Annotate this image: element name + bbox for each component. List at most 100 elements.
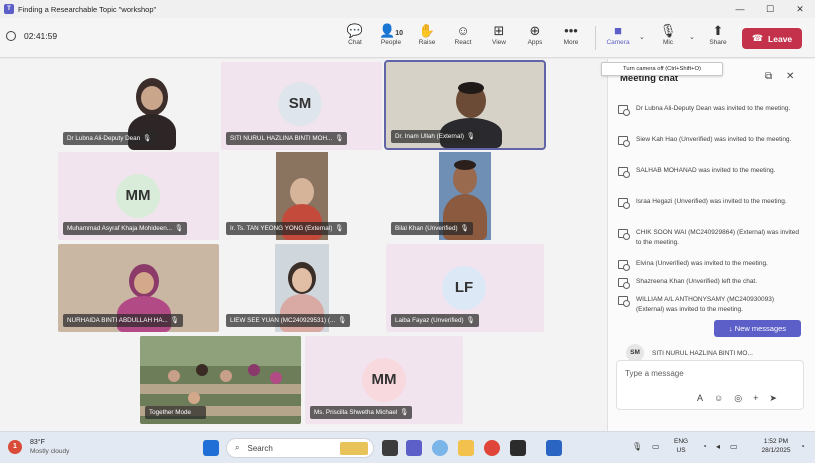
mic-muted-icon: 🎙 (170, 317, 179, 324)
file-explorer-icon[interactable] (458, 440, 474, 456)
mic-muted-icon: 🎙 (335, 135, 344, 142)
participant-name: Laiba Fayaz (Unverified) 🎙 (391, 314, 479, 327)
people-button[interactable]: 👤10 People (374, 22, 408, 46)
word-icon[interactable] (546, 440, 562, 456)
language-indicator[interactable]: ENG US (674, 437, 688, 455)
mic-off-icon: 🎙 (659, 23, 677, 38)
meeting-event-icon (618, 260, 630, 271)
mic-muted-icon: 🎙 (174, 225, 184, 232)
participant-tile[interactable]: LIEW SEE YUAN (MC240929531) (... 🎙 (221, 244, 382, 332)
chat-system-message: Siew Kah Hao (Unverified) was invited to… (618, 135, 803, 147)
camera-button[interactable]: ■ Camera (601, 22, 635, 46)
compose-placeholder: Type a message (625, 369, 684, 378)
weather-temperature: 83°F (30, 439, 45, 446)
participant-avatar: MM (362, 358, 406, 402)
video-stage: Dr Lubna Ali-Deputy Dean 🎙 SM SITI NURUL … (0, 59, 607, 436)
mic-muted-icon: 🎙 (337, 317, 347, 324)
windows-taskbar: 1 83°F Mostly cloudy ⌕ Search 🎙 ▭ ENG US… (0, 431, 815, 463)
participant-tile[interactable]: Ir. Ts. TAN YEONG YONG (External) 🎙 (221, 152, 382, 240)
together-mode-tile[interactable]: Together Mode (140, 336, 301, 424)
participant-name: Ms. Priscilla Shwetha Michael 🎙 (310, 406, 413, 419)
participant-tile[interactable]: MM Muhammad Asyraf Khaja Mohideen... 🎙 (58, 152, 219, 240)
share-button[interactable]: ⬆ Share (701, 22, 735, 46)
participant-tile-active-speaker[interactable]: Dr. Inam Ullah (External) 🎙 (384, 60, 546, 150)
weather-widget[interactable]: 1 83°F Mostly cloudy (8, 438, 69, 456)
camera-options-chevron-icon[interactable]: ⌄ (639, 33, 645, 41)
view-label: View (492, 39, 506, 46)
new-messages-button[interactable]: ↓ New messages (714, 320, 801, 337)
camera-label: Camera (606, 39, 630, 46)
close-chat-icon[interactable]: ✕ (786, 71, 794, 82)
chat-button[interactable]: 💬 Chat (338, 22, 372, 46)
chat-system-message: SALHAB MOHANAD was invited to the meetin… (618, 166, 803, 178)
leave-label: Leave (768, 33, 793, 44)
participant-tile[interactable]: NURHAIDA BINTI ABDULLAH HA... 🎙 (58, 244, 219, 332)
chat-label: Chat (348, 39, 362, 46)
copilot-icon[interactable] (432, 440, 448, 456)
mic-muted-icon: 🎙 (400, 409, 409, 416)
compose-box[interactable]: Type a message A ☺ ◎ + ➤ (616, 360, 804, 410)
participant-name: SITI NURUL HAZLINA BINTI MOH... 🎙 (226, 132, 348, 145)
raise-label: Raise (418, 39, 436, 46)
notification-center-icon[interactable]: ▭ (652, 442, 660, 451)
meeting-event-icon (618, 198, 630, 209)
send-icon[interactable]: ➤ (769, 393, 777, 404)
timer-text: 02:41:59 (24, 31, 58, 41)
raise-hand-button[interactable]: ✋ Raise (410, 22, 444, 46)
smiley-icon: ☺ (456, 23, 470, 38)
add-icon[interactable]: + (753, 393, 758, 404)
minimize-button[interactable]: — (725, 0, 755, 18)
search-highlight-icon (340, 442, 368, 455)
mic-button[interactable]: 🎙 Mic (651, 22, 685, 46)
participant-name: Together Mode (145, 406, 207, 419)
teams-logo-icon: T (4, 4, 14, 14)
teams-taskbar-icon[interactable] (406, 440, 422, 456)
apps-button[interactable]: ⊕ Apps (518, 22, 552, 46)
loop-icon[interactable]: ◎ (734, 393, 742, 404)
participant-tile[interactable]: SM SITI NURUL HAZLINA BINTI MOH... 🎙 (221, 62, 382, 150)
pop-out-chat-icon[interactable]: ⧉ (765, 71, 772, 82)
meeting-event-icon (618, 296, 630, 307)
shield-icon (6, 31, 16, 41)
chat-system-message: CHIK SOON WAI (MC240929864) (External) w… (618, 228, 803, 248)
people-count: 10 (395, 30, 403, 37)
format-icon[interactable]: A (697, 393, 703, 404)
sender-name: SITI NURUL HAZLINA BINTI MO... (652, 349, 753, 357)
terminal-icon[interactable] (510, 440, 526, 456)
view-button[interactable]: ⊞ View (482, 22, 516, 46)
people-label: People (380, 39, 402, 46)
participant-tile[interactable]: Dr Lubna Ali-Deputy Dean 🎙 (58, 62, 219, 150)
chrome-icon[interactable] (484, 440, 500, 456)
leave-button[interactable]: ☎ Leave (742, 28, 802, 49)
clock-time: 1:52 PM (763, 438, 789, 445)
close-window-button[interactable]: ✕ (785, 0, 815, 18)
clock[interactable]: 1:52 PM 28/1/2025 (754, 437, 798, 455)
volume-icon[interactable]: ◂ (716, 442, 720, 451)
chat-system-message: WILLIAM A/L ANTHONYSAMY (MC240930093) (E… (618, 295, 803, 315)
clock-date: 28/1/2025 (761, 447, 791, 454)
windows-start-icon[interactable] (203, 440, 219, 456)
emoji-icon[interactable]: ☺ (714, 393, 723, 404)
notification-bell-icon[interactable]: ◔ (800, 442, 805, 451)
camera-tooltip: Turn camera off (Ctrl+Shift+O) (601, 62, 723, 76)
mic-tray-icon[interactable]: 🎙 (632, 442, 642, 451)
more-dots-icon: ••• (564, 23, 578, 38)
participant-name: NURHAIDA BINTI ABDULLAH HA... 🎙 (63, 314, 183, 327)
maximize-button[interactable]: ☐ (755, 0, 785, 18)
title-bar: T Finding a Researchable Topic "workshop… (0, 0, 815, 18)
react-label: React (454, 39, 472, 46)
mic-muted-icon: 🎙 (142, 135, 152, 142)
new-messages-label: New messages (734, 324, 787, 333)
more-button[interactable]: ••• More (554, 22, 588, 46)
participant-tile[interactable]: MM Ms. Priscilla Shwetha Michael 🎙 (305, 336, 463, 424)
apps-icon: ⊕ (529, 23, 541, 38)
participant-tile[interactable]: Bilal Khan (Unverified) 🎙 (386, 152, 544, 240)
hang-up-icon: ☎ (751, 33, 764, 43)
participant-tile[interactable]: LF Laiba Fayaz (Unverified) 🎙 (386, 244, 544, 332)
wifi-icon[interactable]: ◔ (702, 442, 707, 451)
task-view-icon[interactable] (382, 440, 398, 456)
hand-icon: ✋ (418, 23, 436, 38)
react-button[interactable]: ☺ React (446, 22, 480, 46)
mic-options-chevron-icon[interactable]: ⌄ (689, 33, 695, 41)
battery-icon[interactable]: ▭ (730, 442, 738, 451)
